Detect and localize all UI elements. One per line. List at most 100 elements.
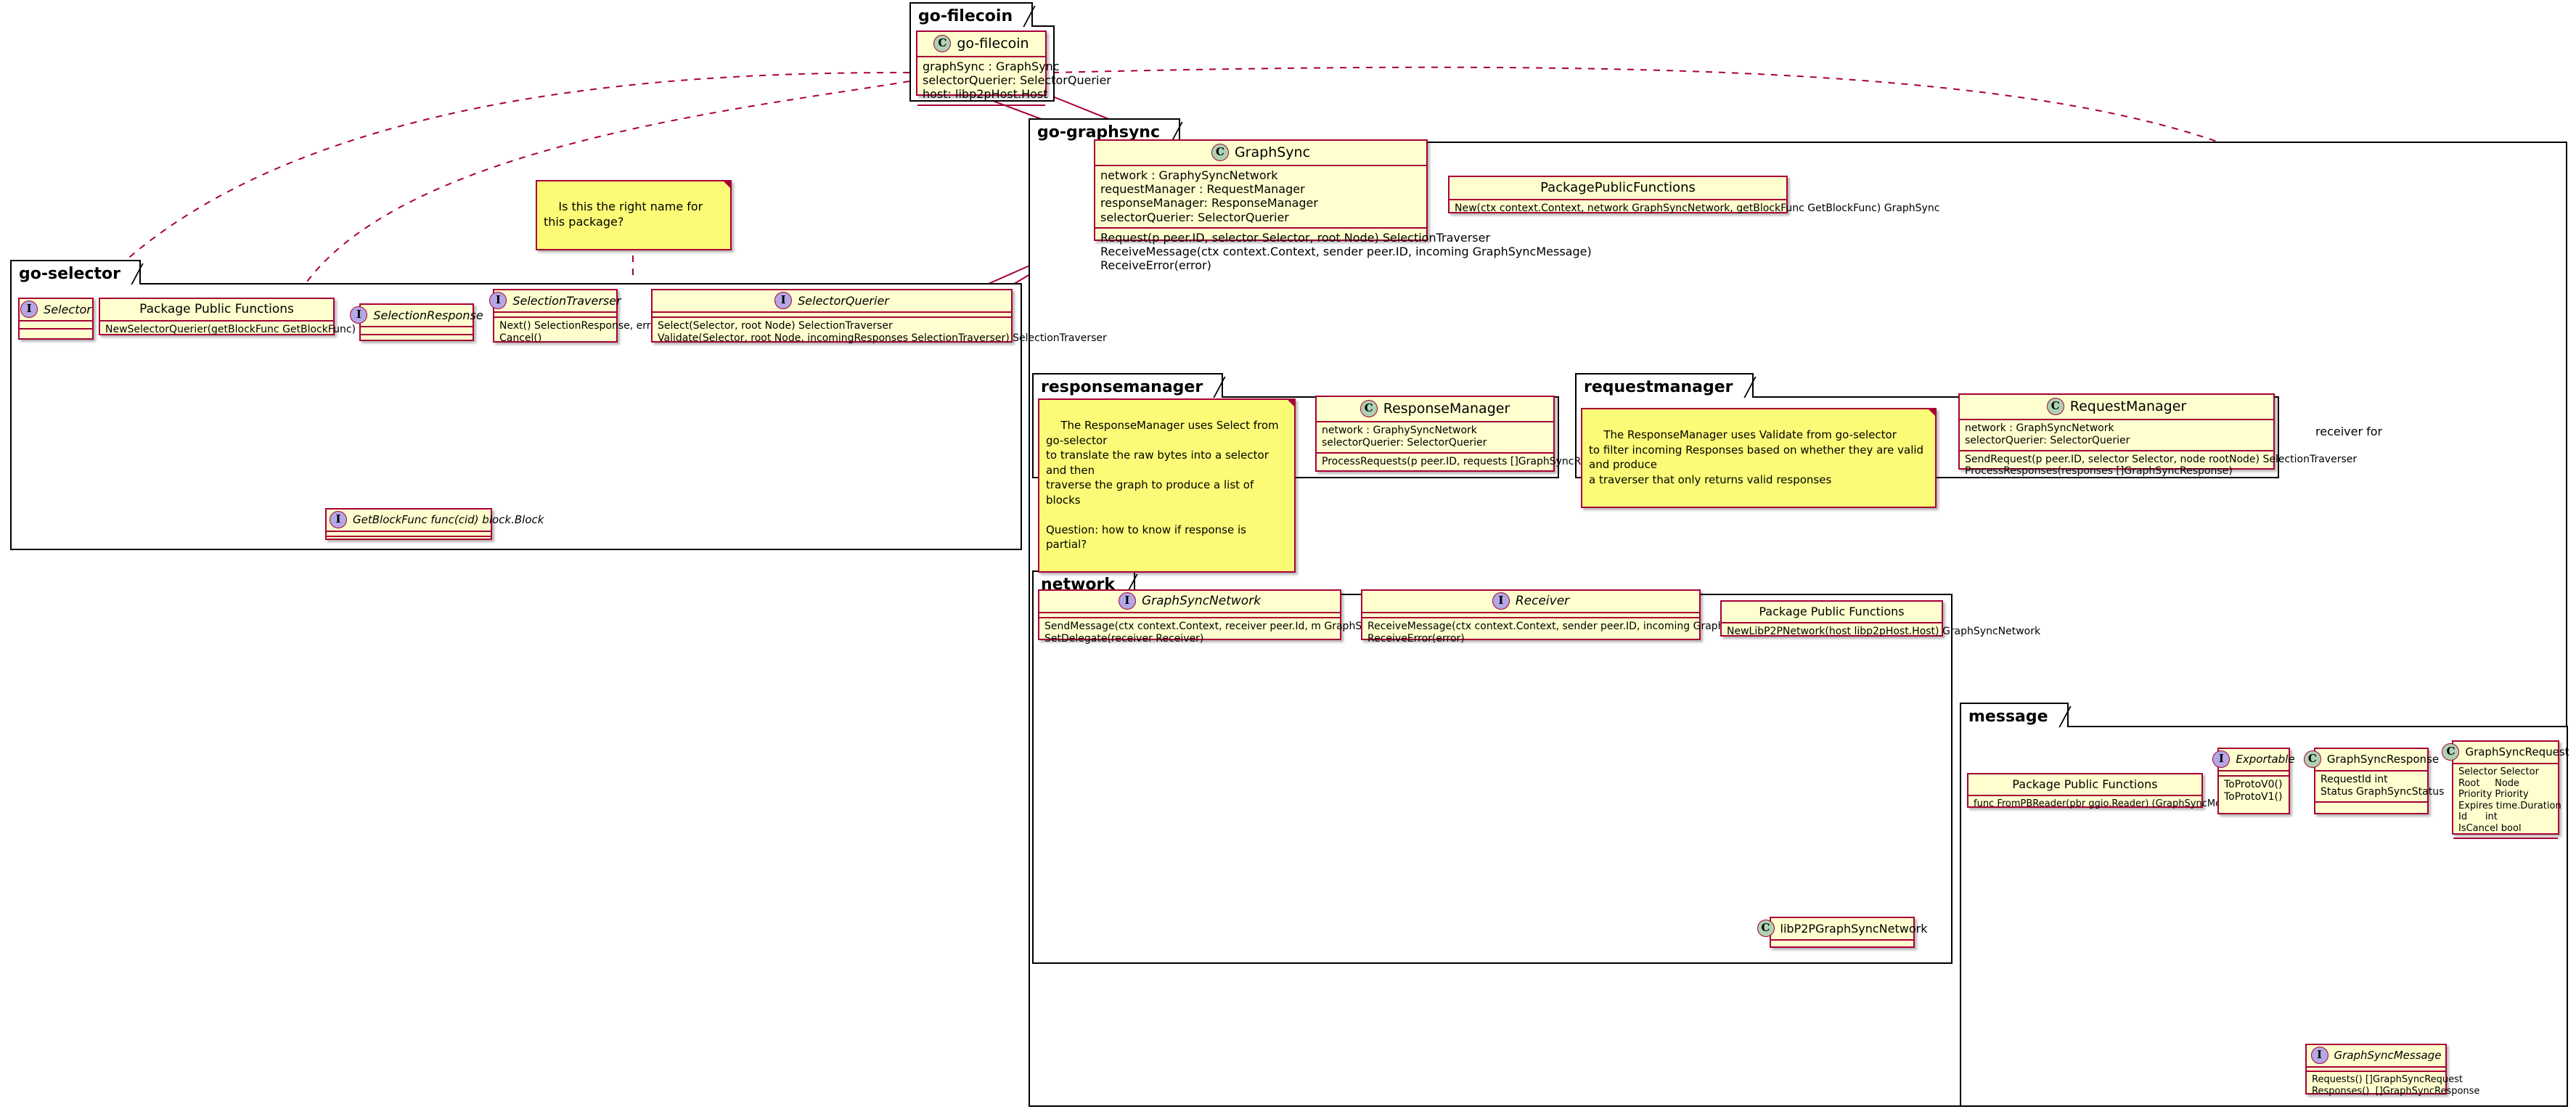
interface-badge-icon: I — [2310, 1047, 2328, 1064]
class-graphsync-methods: Request(p peer.ID, selector Selector, ro… — [1100, 230, 1592, 273]
class-receiver-header: I Receiver — [1362, 591, 1699, 613]
class-get-block-func[interactable]: I GetBlockFunc func(cid) block.Block — [325, 508, 544, 542]
class-graphsync[interactable]: C GraphSync network : GraphySyncNetwork … — [1094, 139, 1592, 272]
class-graphsync-network-name: GraphSyncNetwork — [1141, 594, 1262, 608]
class-selection-response-header: I SelectionResponse — [350, 305, 483, 327]
package-public-functions-title: Package Public Functions — [1759, 605, 1905, 618]
package-requestmanager-title: requestmanager — [1575, 373, 1754, 398]
package-public-functions-header: Package Public Functions — [1968, 774, 2201, 796]
class-selector-fields — [20, 322, 92, 330]
class-selector-querier-header: I SelectorQuerier — [653, 290, 1011, 313]
class-graphsync-response[interactable]: C GraphSyncResponse RequestId int Status… — [2303, 748, 2444, 814]
interface-badge-icon: I — [20, 300, 38, 318]
class-graphsync-network-methods: SendMessage(ctx context.Context, receive… — [1044, 621, 1428, 645]
class-go-filecoin-methods — [917, 106, 1045, 114]
class-graphsync-package-public-functions[interactable]: PackagePublicFunctions New(ctx context.C… — [1448, 176, 1939, 214]
class-receiver-methods: ReceiveMessage(ctx context.Context, send… — [1367, 621, 1797, 645]
class-graphsync-request-methods — [2453, 839, 2558, 844]
interface-badge-icon: I — [774, 292, 793, 309]
class-request-manager-methods: SendRequest(p peer.ID, selector Selector… — [1965, 453, 2357, 478]
class-badge-icon: C — [1757, 920, 1775, 937]
interface-badge-icon: I — [330, 511, 347, 528]
class-go-filecoin-name: go-filecoin — [957, 36, 1029, 52]
class-selection-traverser-header: I SelectionTraverser — [489, 290, 621, 313]
class-selection-response[interactable]: I SelectionResponse — [350, 303, 483, 343]
class-exportable-header: I Exportable — [2212, 749, 2295, 772]
class-selector-querier-name: SelectorQuerier — [798, 293, 889, 308]
class-response-manager-name: ResponseManager — [1383, 401, 1510, 417]
class-network-package-public-functions[interactable]: Package Public Functions NewLibP2PNetwor… — [1720, 600, 2040, 637]
class-request-manager-name: RequestManager — [2069, 398, 2187, 414]
class-graphsync-network-fields — [1039, 613, 1340, 618]
package-public-functions-methods: NewLibP2PNetwork(host libp2pHost.Host) G… — [1727, 626, 2041, 637]
class-selection-traverser[interactable]: I SelectionTraverser Next() SelectionRes… — [489, 289, 651, 344]
class-graphsync-message-methods: Requests() []GraphSyncRequest Responses(… — [2312, 1074, 2480, 1097]
class-graphsync-header: C GraphSync — [1095, 141, 1426, 166]
class-selector[interactable]: I Selector — [18, 298, 94, 340]
class-libp2p-graphsync-network[interactable]: C libP2PGraphSyncNetwork — [1757, 917, 1927, 948]
class-response-manager-header: C ResponseManager — [1317, 397, 1553, 422]
package-message-title: message — [1960, 703, 2069, 727]
class-selection-traverser-methods: Next() SelectionResponse, err Cancel() — [499, 320, 651, 344]
class-graphsync-message[interactable]: I GraphSyncMessage Requests() []GraphSyn… — [2305, 1044, 2479, 1097]
class-graphsync-message-header: I GraphSyncMessage — [2307, 1045, 2445, 1068]
class-get-block-func-methods — [327, 537, 491, 542]
package-public-functions-methods: NewSelectorQuerier(getBlockFunc GetBlock… — [105, 324, 439, 335]
class-graphsync-request-fields: Selector Selector Root Node Priority Pri… — [2453, 764, 2561, 839]
class-badge-icon: C — [1359, 400, 1378, 417]
class-selection-traverser-name: SelectionTraverser — [512, 293, 621, 308]
class-get-block-func-header: I GetBlockFunc func(cid) block.Block — [327, 510, 544, 532]
note-requestmanager-text: The ResponseManager uses Validate from g… — [1589, 428, 1924, 486]
package-public-functions-header: Package Public Functions — [1722, 602, 1942, 623]
class-badge-icon: C — [2303, 750, 2321, 768]
class-libp2p-graphsync-network-header: C libP2PGraphSyncNetwork — [1757, 918, 1927, 941]
class-selection-response-methods — [361, 335, 473, 343]
class-go-filecoin[interactable]: C go-filecoin graphSync : GraphSync sele… — [916, 30, 1111, 106]
note-requestmanager: The ResponseManager uses Validate from g… — [1581, 408, 1937, 508]
class-graphsync-response-fields: RequestId int Status GraphSyncStatus — [2315, 772, 2444, 803]
package-public-functions-methods: New(ctx context.Context, network GraphSy… — [1455, 202, 1940, 214]
class-selector-methods — [20, 330, 92, 337]
class-exportable-methods: ToProtoV0() ToProtoV1() — [2224, 779, 2283, 803]
package-go-filecoin-title: go-filecoin — [909, 2, 1034, 27]
package-responsemanager-title: responsemanager — [1032, 373, 1224, 398]
class-badge-icon: C — [2046, 398, 2064, 415]
class-response-manager-fields: network : GraphySyncNetwork selectorQuer… — [1317, 422, 1553, 454]
package-public-functions-title: PackagePublicFunctions — [1540, 180, 1696, 195]
class-graphsync-request-name: GraphSyncRequest — [2465, 745, 2569, 758]
class-graphsync-fields: network : GraphySyncNetwork requestManag… — [1095, 166, 1426, 229]
class-response-manager[interactable]: C ResponseManager network : GraphySyncNe… — [1315, 396, 1624, 472]
class-get-block-func-fields — [327, 532, 491, 537]
class-receiver[interactable]: I Receiver ReceiveMessage(ctx context.Co… — [1361, 589, 1797, 645]
class-graphsync-request[interactable]: C GraphSyncRequest Selector Selector Roo… — [2442, 740, 2569, 839]
class-request-manager[interactable]: C RequestManager network : GraphSyncNetw… — [1958, 393, 2357, 477]
class-go-filecoin-fields: graphSync : GraphSync selectorQuerier: S… — [917, 57, 1111, 106]
class-graphsync-name: GraphSync — [1234, 144, 1311, 160]
class-message-package-public-functions[interactable]: Package Public Functions func FromPBRead… — [1967, 773, 2281, 809]
package-public-functions-title: Package Public Functions — [2012, 777, 2158, 791]
class-libp2p-graphsync-network-name: libP2PGraphSyncNetwork — [1780, 921, 1928, 936]
note-responsemanager: The ResponseManager uses Select from go-… — [1038, 398, 1296, 573]
note-package-name: Is this the right name for this package? — [536, 180, 732, 250]
class-selection-traverser-fields — [494, 313, 616, 318]
class-exportable[interactable]: I Exportable ToProtoV0() ToProtoV1() — [2212, 748, 2295, 814]
interface-badge-icon: I — [1118, 592, 1136, 610]
class-selector-querier-fields — [653, 313, 1011, 318]
package-network: network — [1032, 570, 1953, 964]
class-badge-icon: C — [1211, 144, 1229, 161]
package-public-functions-header: PackagePublicFunctions — [1449, 177, 1786, 200]
class-selector-querier[interactable]: I SelectorQuerier Select(Selector, root … — [651, 289, 1107, 344]
class-graphsync-request-header: C GraphSyncRequest — [2442, 742, 2569, 764]
class-graphsync-response-header: C GraphSyncResponse — [2303, 749, 2439, 772]
class-selector-querier-methods: Select(Selector, root Node) SelectionTra… — [658, 320, 1107, 344]
package-public-functions-methods: func FromPBReader(pbr ggio.Reader) (Grap… — [1974, 798, 2281, 809]
class-exportable-name: Exportable — [2236, 753, 2295, 766]
package-public-functions-title: Package Public Functions — [139, 302, 294, 316]
class-selection-response-fields — [361, 327, 473, 335]
interface-badge-icon: I — [489, 292, 507, 309]
class-selection-response-name: SelectionResponse — [373, 308, 483, 322]
class-badge-icon: C — [933, 35, 952, 52]
class-graphsync-network[interactable]: I GraphSyncNetwork SendMessage(ctx conte… — [1038, 589, 1428, 645]
class-selector-package-public-functions[interactable]: Package Public Functions NewSelectorQuer… — [99, 298, 439, 335]
class-receiver-name: Receiver — [1515, 594, 1570, 608]
